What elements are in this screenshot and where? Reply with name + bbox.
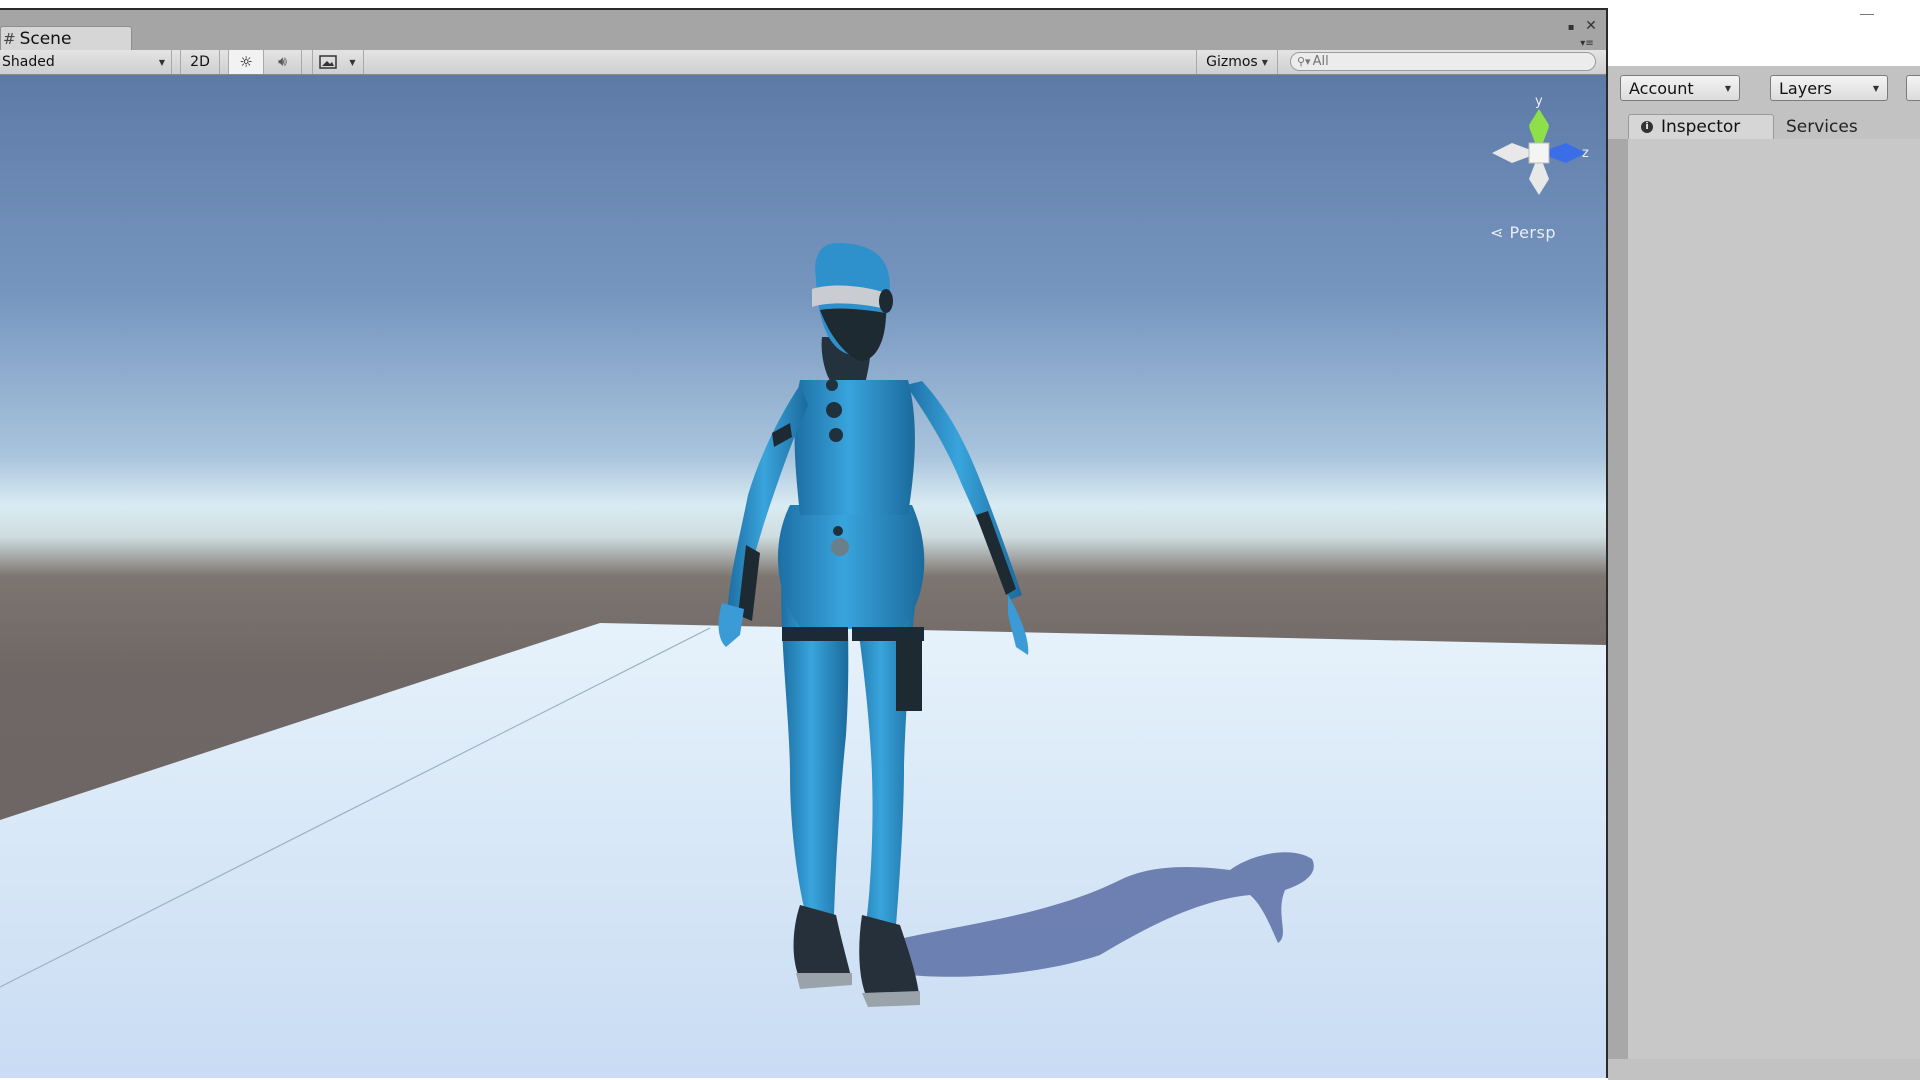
tab-scene[interactable]: # Scene bbox=[0, 26, 132, 51]
sun-icon: ☼ bbox=[239, 53, 253, 71]
layers-label: Layers bbox=[1779, 78, 1832, 98]
projection-label: Persp bbox=[1509, 223, 1556, 242]
window-menu-icon[interactable]: ▾≡ bbox=[1580, 36, 1594, 50]
image-icon bbox=[318, 55, 337, 69]
axis-z-label: z bbox=[1582, 146, 1589, 161]
tab-services[interactable]: Services bbox=[1786, 114, 1858, 139]
shading-mode-label: Shaded bbox=[2, 54, 55, 70]
tab-services-label: Services bbox=[1786, 116, 1858, 137]
persp-icon: ⋖ bbox=[1490, 223, 1504, 242]
scene-toolbar: Shaded ▼ 2D ☼ 🔊︎ ▼ Gizmos ▼ ⚲▾ bbox=[0, 50, 1606, 75]
projection-toggle[interactable]: ⋖ Persp bbox=[1490, 223, 1556, 242]
tab-strip: # Scene ▪ ✕ ▾≡ bbox=[0, 10, 1606, 51]
layout-dropdown[interactable] bbox=[1906, 75, 1920, 101]
chevron-down-icon: ▼ bbox=[349, 57, 356, 67]
grid-icon: # bbox=[3, 30, 16, 48]
chevron-down-icon: ▼ bbox=[158, 57, 165, 67]
speaker-icon: 🔊︎ bbox=[278, 54, 287, 70]
lighting-toggle-button[interactable]: ☼ bbox=[228, 50, 264, 74]
account-label: Account bbox=[1629, 78, 1694, 98]
shading-mode-dropdown[interactable]: Shaded ▼ bbox=[0, 50, 172, 74]
gizmo-center-cube[interactable] bbox=[1528, 142, 1550, 164]
search-icon: ⚲▾ bbox=[1297, 55, 1311, 68]
chevron-down-icon: ▼ bbox=[1724, 83, 1731, 93]
tab-scene-label: Scene bbox=[19, 29, 72, 49]
gizmos-dropdown[interactable]: Gizmos ▼ bbox=[1196, 50, 1278, 74]
right-top-area bbox=[1608, 0, 1920, 66]
scene-render bbox=[0, 243, 1606, 1078]
scene-search: ⚲▾ bbox=[1290, 52, 1596, 71]
account-dropdown[interactable]: Account ▼ bbox=[1620, 75, 1740, 101]
panel-scroll-strip[interactable] bbox=[1608, 139, 1628, 1059]
axis-y-label: y bbox=[1535, 95, 1543, 109]
maximize-icon[interactable]: ▪ bbox=[1564, 20, 1578, 34]
scene-viewport[interactable]: y z ⋖ Persp bbox=[0, 75, 1606, 1078]
close-icon[interactable]: ✕ bbox=[1584, 18, 1598, 34]
info-icon: i bbox=[1641, 121, 1653, 133]
inspector-body bbox=[1628, 139, 1920, 1059]
chevron-down-icon: ▼ bbox=[1872, 83, 1879, 93]
toggle-2d-label: 2D bbox=[190, 54, 210, 70]
toggle-2d-button[interactable]: 2D bbox=[180, 50, 220, 74]
tab-inspector-label: Inspector bbox=[1661, 117, 1741, 137]
minimize-icon[interactable] bbox=[1860, 14, 1874, 15]
search-input[interactable] bbox=[1312, 54, 1583, 69]
scene-window: # Scene ▪ ✕ ▾≡ Shaded ▼ 2D ☼ 🔊︎ ▼ Gizmos… bbox=[0, 8, 1608, 1078]
tab-inspector[interactable]: i Inspector bbox=[1628, 114, 1774, 139]
layers-dropdown[interactable]: Layers ▼ bbox=[1770, 75, 1888, 101]
effects-dropdown[interactable]: ▼ bbox=[342, 50, 364, 74]
effects-toggle-button[interactable] bbox=[312, 50, 342, 74]
orientation-gizmo[interactable]: y z bbox=[1484, 94, 1594, 205]
audio-toggle-button[interactable]: 🔊︎ bbox=[264, 50, 302, 74]
chevron-down-icon: ▼ bbox=[1261, 57, 1268, 67]
gizmos-label: Gizmos bbox=[1206, 54, 1258, 70]
